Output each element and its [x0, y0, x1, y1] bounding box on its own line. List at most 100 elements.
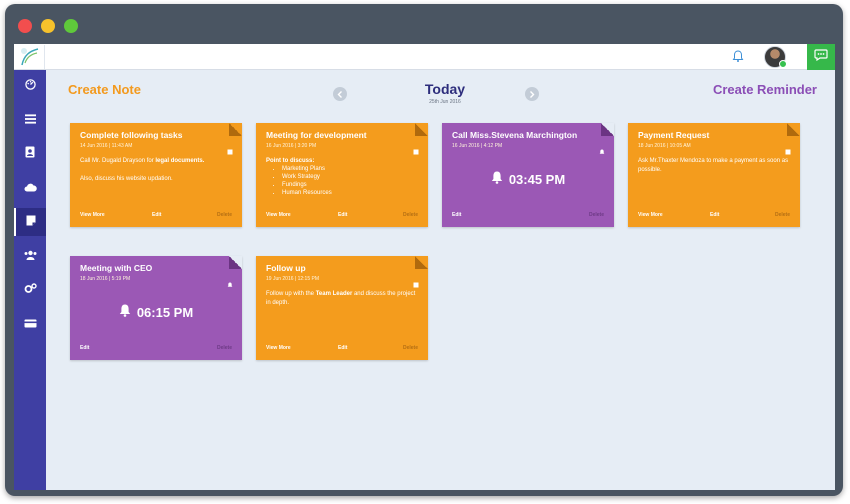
cloud-icon [24, 179, 37, 197]
delete-link[interactable]: Delete [589, 212, 604, 218]
card-timestamp: 14 Jun 2016 | 11:43 AM [80, 143, 133, 149]
card-text: Follow up with the [266, 291, 316, 297]
reminder-time-text: 06:15 PM [136, 304, 194, 320]
bell-icon [491, 171, 503, 187]
card-body: Point to discuss: Marketing Plans Work S… [266, 157, 418, 197]
note-icon [785, 142, 791, 155]
reminder-time-text: 03:45 PM [508, 171, 566, 187]
card-body: Follow up with the Team Leader and discu… [266, 290, 418, 317]
main-content: Create Note Today 25th Jun 2016 Create R… [46, 70, 835, 490]
note-card[interactable]: Meeting for development 16 Jun 2016 | 3:… [256, 123, 428, 227]
card-text-bold: Team Leader [315, 291, 353, 297]
sidebar-item-notes[interactable] [14, 208, 46, 236]
list-icon [24, 111, 36, 129]
edit-link[interactable]: Edit [338, 212, 347, 218]
view-more-link[interactable]: View More [266, 345, 291, 351]
sidebar [14, 70, 46, 490]
card-timestamp: 18 Jun 2016 | 10:05 AM [638, 143, 691, 149]
note-card[interactable]: Follow up 19 Jun 2016 | 12:15 PM Follow … [256, 256, 428, 360]
close-window-button[interactable] [18, 19, 32, 33]
card-timestamp: 16 Jun 2016 | 3:20 PM [266, 143, 317, 149]
chat-button[interactable] [807, 44, 835, 70]
note-icon [413, 275, 419, 288]
logo-icon[interactable] [16, 45, 45, 69]
settings-icon [24, 281, 37, 299]
chevron-right-icon [529, 85, 535, 103]
edit-link[interactable]: Edit [710, 212, 719, 218]
card-list: Marketing Plans Work Strategy Fundings H… [266, 165, 418, 197]
card-timestamp: 19 Jun 2016 | 12:15 PM [266, 276, 320, 282]
card-body: Call Mr. Dugald Drayson for legal docume… [80, 157, 232, 193]
delete-link[interactable]: Delete [775, 212, 790, 218]
sidebar-item-contacts[interactable] [14, 140, 46, 168]
delete-link[interactable]: Delete [217, 212, 232, 218]
reminder-card[interactable]: Call Miss.Stevena Marchington 16 Jun 201… [442, 123, 614, 227]
sidebar-item-cloud[interactable] [14, 174, 46, 202]
card-text: Also, discuss his website updation. [80, 176, 173, 182]
card-title: Meeting with CEO [80, 263, 153, 273]
reminder-time: 03:45 PM [442, 171, 614, 187]
page-fold [229, 123, 242, 136]
note-card[interactable]: Complete following tasks 14 Jun 2016 | 1… [70, 123, 242, 227]
create-reminder-link[interactable]: Create Reminder [713, 82, 817, 97]
sidebar-item-users[interactable] [14, 242, 46, 270]
bell-icon [227, 275, 233, 287]
card-text-bold: legal documents. [155, 158, 205, 164]
card-text: Ask Mr.Thaxter Mendoza to make a payment… [638, 158, 789, 173]
card-actions: Edit Delete [80, 345, 232, 353]
card-title: Call Miss.Stevena Marchington [452, 130, 578, 140]
page-fold [229, 256, 242, 269]
chevron-left-icon [337, 85, 343, 103]
reminder-card[interactable]: Meeting with CEO 18 Jun 2016 | 5:19 PM 0… [70, 256, 242, 360]
view-more-link[interactable]: View More [80, 212, 105, 218]
page-fold [787, 123, 800, 136]
edit-link[interactable]: Edit [452, 212, 461, 218]
page-title: Today [424, 81, 466, 97]
users-icon [24, 247, 37, 265]
card-actions: View More Edit Delete [80, 212, 232, 220]
card-text: Call Mr. Dugald Drayson for [80, 158, 156, 164]
delete-link[interactable]: Delete [403, 345, 418, 351]
contacts-icon [25, 145, 35, 163]
minimize-window-button[interactable] [41, 19, 55, 33]
list-item: Fundings [282, 181, 418, 189]
card-body: Ask Mr.Thaxter Mendoza to make a payment… [638, 157, 790, 184]
card-list-heading: Point to discuss: [266, 158, 315, 164]
bell-icon [119, 304, 131, 320]
maximize-window-button[interactable] [64, 19, 78, 33]
app-window: Create Note Today 25th Jun 2016 Create R… [5, 4, 843, 496]
edit-link[interactable]: Edit [338, 345, 347, 351]
card-actions: View More Edit Delete [638, 212, 790, 220]
list-item: Work Strategy [282, 173, 418, 181]
card-actions: View More Edit Delete [266, 345, 418, 353]
card-actions: View More Edit Delete [266, 212, 418, 220]
reminder-time: 06:15 PM [70, 304, 242, 320]
sidebar-item-list[interactable] [14, 106, 46, 134]
list-item: Human Resources [282, 189, 418, 197]
page-fold [415, 256, 428, 269]
card-title: Payment Request [638, 130, 710, 140]
chat-icon [814, 48, 828, 66]
sidebar-item-billing[interactable] [14, 310, 46, 338]
edit-link[interactable]: Edit [152, 212, 161, 218]
note-card[interactable]: Payment Request 18 Jun 2016 | 10:05 AM A… [628, 123, 800, 227]
next-day-button[interactable] [525, 87, 539, 101]
current-date: 25th Jun 2016 [429, 99, 461, 105]
delete-link[interactable]: Delete [403, 212, 418, 218]
card-actions: Edit Delete [452, 212, 604, 220]
previous-day-button[interactable] [333, 87, 347, 101]
online-status-indicator [779, 60, 787, 68]
list-item: Marketing Plans [282, 165, 418, 173]
bell-icon[interactable] [731, 49, 745, 63]
page-fold [601, 123, 614, 136]
delete-link[interactable]: Delete [217, 345, 232, 351]
sidebar-item-dashboard[interactable] [14, 72, 46, 100]
card-title: Follow up [266, 263, 306, 273]
sidebar-item-settings[interactable] [14, 276, 46, 304]
page-fold [415, 123, 428, 136]
create-note-link[interactable]: Create Note [68, 82, 141, 97]
dashboard-icon [24, 77, 36, 95]
view-more-link[interactable]: View More [638, 212, 663, 218]
view-more-link[interactable]: View More [266, 212, 291, 218]
edit-link[interactable]: Edit [80, 345, 89, 351]
